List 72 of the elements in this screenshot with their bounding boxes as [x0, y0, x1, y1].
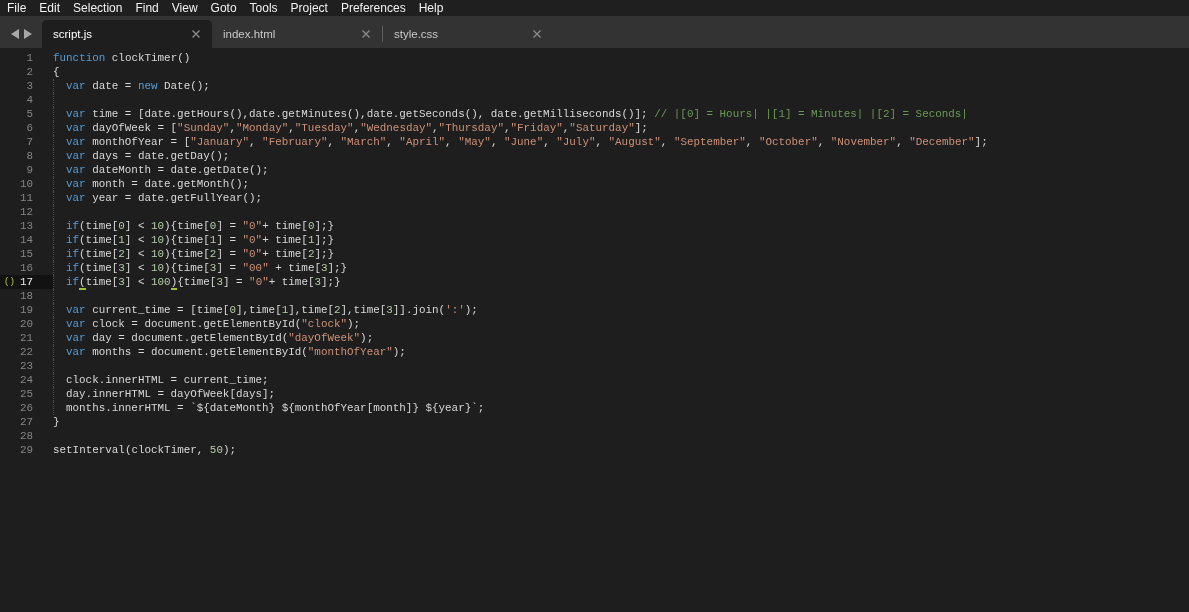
line-number: 23	[18, 359, 34, 373]
code-line: var dateMonth = date.getDate();	[66, 163, 269, 177]
line-number: 19	[18, 303, 34, 317]
code-line: clock.innerHTML = current_time;	[66, 373, 269, 387]
close-icon[interactable]	[362, 30, 370, 38]
code-line: var months = document.getElementById("monthOfYear");	[66, 345, 406, 359]
menu-item[interactable]: Selection	[66, 0, 129, 16]
code-line: {	[53, 65, 60, 79]
line-number: 17	[16, 275, 53, 289]
menu-item[interactable]: File	[0, 0, 33, 16]
code-line: var dayOfWeek = ["Sunday","Monday","Tuesday","Wednesday","Thursday","Friday","Saturday"];	[66, 121, 648, 135]
code-line: var current_time = [time[0],time[1],time[2],time[3]].join(':');	[66, 303, 478, 317]
close-icon[interactable]	[533, 30, 541, 38]
code-line: var days = date.getDay();	[66, 149, 230, 163]
code-line: setInterval(clockTimer, 50);	[53, 443, 236, 457]
code-line: var monthOfYear = ["January", "February", "March", "April", "May", "June", "July", "August", "September", "October", "November", "December"];	[66, 135, 988, 149]
code-line: if(time[3] < 10){time[3] = "00" + time[3];}	[66, 261, 348, 275]
line-number: 27	[18, 415, 34, 429]
code-line: if(time[0] < 10){time[0] = "0"+ time[0];}	[66, 219, 335, 233]
menu-item[interactable]: Goto	[204, 0, 244, 16]
line-number: 4	[25, 93, 34, 107]
tab[interactable]: script.js	[42, 20, 212, 48]
line-number: 16	[18, 261, 34, 275]
line-number: 21	[18, 331, 34, 345]
line-number: 14	[18, 233, 34, 247]
line-number: 1	[25, 51, 34, 65]
code-line: var month = date.getMonth();	[66, 177, 249, 191]
code-line: if(time[2] < 10){time[2] = "0"+ time[2];}	[66, 247, 335, 261]
code-line: var date = new Date();	[66, 79, 210, 93]
code-line: months.innerHTML = `${dateMonth} ${monthOfYear[month]} ${year}`;	[66, 401, 485, 415]
tab[interactable]: style.css	[383, 20, 553, 48]
line-number: 20	[18, 317, 34, 331]
code-line: }	[53, 415, 60, 429]
menu-item[interactable]: Tools	[243, 0, 285, 16]
line-number: 6	[25, 121, 34, 135]
line-number: 3	[25, 79, 34, 93]
code-line: var day = document.getElementById("dayOfWeek");	[66, 331, 374, 345]
line-number: 18	[18, 289, 34, 303]
line-number: 15	[18, 247, 34, 261]
line-number: 11	[18, 191, 34, 205]
code-line: function clockTimer()	[53, 51, 191, 65]
code-line: if(time[1] < 10){time[1] = "0"+ time[1];}	[66, 233, 335, 247]
right-arrow-icon[interactable]	[23, 29, 32, 39]
line-number: 7	[25, 135, 34, 149]
menu-item[interactable]: Preferences	[334, 0, 413, 16]
code-line: var clock = document.getElementById("clock");	[66, 317, 361, 331]
line-number: 29	[18, 443, 34, 457]
left-arrow-icon[interactable]	[10, 29, 19, 39]
close-icon[interactable]	[192, 30, 200, 38]
code-line: var time = [date.getHours(),date.getMinutes(),date.getSeconds(), date.getMilliseconds()]; // |[0] = Hours| |[1] = Minutes| |[2] = Seconds|	[66, 107, 968, 121]
menu-item[interactable]: Find	[128, 0, 166, 16]
menu-item[interactable]: View	[165, 0, 205, 16]
line-number: 13	[18, 219, 34, 233]
line-number: 9	[25, 163, 34, 177]
line-number: 5	[25, 107, 34, 121]
menu-item[interactable]: Help	[412, 0, 450, 16]
tab[interactable]: index.html	[212, 20, 382, 48]
bracket-match-marker: ()	[0, 275, 16, 289]
line-number: 10	[18, 177, 34, 191]
menu-item[interactable]: Edit	[32, 0, 67, 16]
line-number: 28	[18, 429, 34, 443]
line-number: 12	[18, 205, 34, 219]
line-number: 24	[18, 373, 34, 387]
code-line: var year = date.getFullYear();	[66, 191, 263, 205]
line-number: 2	[25, 65, 34, 79]
line-number: 26	[18, 401, 34, 415]
menu-item[interactable]: Project	[284, 0, 335, 16]
line-number: 8	[25, 149, 34, 163]
line-number: 22	[18, 345, 34, 359]
code-line: if(time[3] < 100){time[3] = "0"+ time[3];}	[66, 275, 341, 289]
line-number: 25	[18, 387, 34, 401]
code-line: day.innerHTML = dayOfWeek[days];	[66, 387, 276, 401]
